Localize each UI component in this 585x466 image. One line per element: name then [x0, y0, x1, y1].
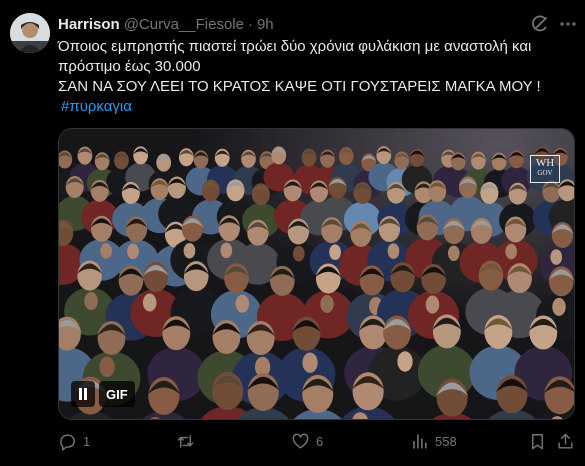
tweet[interactable]: Harrison @Curva__Fiesole · 9h Όποιος εμπ…	[0, 0, 585, 466]
bookmark-button[interactable]	[528, 432, 547, 451]
more-icon[interactable]	[558, 14, 578, 34]
tweet-text: Όποιος εμπρηστής πιαστεί τρώει δύο χρόνι…	[58, 37, 573, 117]
share-button[interactable]	[556, 432, 575, 451]
separator: ·	[247, 15, 253, 33]
gif-controls: GIF	[71, 381, 135, 407]
gif-media[interactable]: WH GOV GIF	[58, 128, 575, 420]
reply-button[interactable]: 1	[58, 432, 90, 451]
timestamp[interactable]: 9h	[257, 16, 274, 33]
wh-watermark: WH GOV	[530, 155, 560, 183]
crowd-image	[59, 129, 574, 419]
repost-icon	[177, 435, 194, 448]
tweet-text-line: Όποιος εμπρηστής πιαστεί τρώει δύο χρόνι…	[58, 38, 532, 55]
views-icon	[413, 434, 427, 449]
hashtag-link[interactable]: #πυρκαγια	[61, 98, 132, 115]
view-count: 558	[435, 434, 457, 449]
author-name[interactable]: Harrison	[58, 16, 120, 33]
grok-icon[interactable]	[530, 14, 550, 34]
tweet-text-line: ΣΑΝ ΝΑ ΣΟΥ ΛΕΕΙ ΤΟ ΚΡΑΤΟΣ ΚΑΨΕ ΟΤΙ ΓΟΥΣΤ…	[58, 78, 541, 95]
author-handle[interactable]: @Curva__Fiesole	[124, 16, 244, 33]
action-bar: 1 6 558	[58, 432, 575, 454]
reply-count: 1	[83, 434, 91, 449]
views-button[interactable]: 558	[410, 432, 457, 451]
gif-badge: GIF	[99, 381, 135, 407]
tweet-text-line: πρόστιμο έως 30.000	[58, 58, 201, 75]
like-button[interactable]: 6	[291, 432, 323, 451]
pause-icon	[79, 388, 87, 400]
bookmark-icon	[532, 434, 543, 450]
tweet-header: Harrison @Curva__Fiesole · 9h	[58, 14, 274, 34]
repost-button[interactable]	[176, 432, 201, 451]
avatar[interactable]	[10, 13, 50, 53]
pause-button[interactable]	[71, 381, 95, 407]
share-icon	[558, 433, 573, 449]
like-count: 6	[316, 434, 324, 449]
like-icon	[292, 433, 309, 449]
reply-icon	[60, 434, 75, 451]
